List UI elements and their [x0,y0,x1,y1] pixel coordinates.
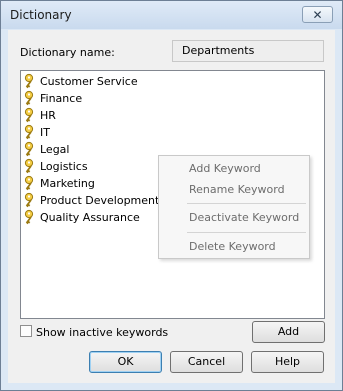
menu-separator [187,203,306,204]
keyword-label: Product Development [40,194,160,207]
key-icon [24,124,34,140]
dictionary-name-label: Dictionary name: [20,46,115,59]
menu-item-delete-keyword[interactable]: Delete Keyword [189,240,276,253]
ok-button[interactable]: OK [89,351,162,373]
key-icon [24,107,34,123]
key-icon [24,158,34,174]
keyword-label: Marketing [40,177,95,190]
key-icon [24,90,34,106]
dialog-body: Dictionary name: Departments Customer Se… [8,30,335,383]
key-icon [24,73,34,89]
keyword-label: HR [40,109,56,122]
cancel-button[interactable]: Cancel [170,351,243,373]
menu-item-deactivate-keyword[interactable]: Deactivate Keyword [189,211,299,224]
menu-item-rename-keyword[interactable]: Rename Keyword [189,183,285,196]
window-title: Dictionary [10,8,72,22]
dictionary-dialog: Dictionary ✕ Dictionary name: Department… [0,0,343,391]
menu-item-add-keyword[interactable]: Add Keyword [189,162,261,175]
keyword-label: IT [40,126,50,139]
dictionary-name-field: Departments [172,40,324,62]
close-button[interactable]: ✕ [302,6,333,23]
show-inactive-label[interactable]: Show inactive keywords [36,326,168,339]
help-button[interactable]: Help [251,351,324,373]
key-icon [24,141,34,157]
key-icon [24,209,34,225]
close-icon: ✕ [312,8,323,22]
keyword-label: Legal [40,143,70,156]
title-bar: Dictionary ✕ [1,1,342,29]
keyword-label: Logistics [40,160,88,173]
key-icon [24,175,34,191]
keyword-list[interactable]: Customer Service Finance HR IT Legal Log… [20,70,325,319]
key-icon [24,192,34,208]
keyword-label: Customer Service [40,75,138,88]
keyword-label: Finance [40,92,83,105]
keyword-label: Quality Assurance [40,211,140,224]
show-inactive-checkbox[interactable] [20,325,32,337]
context-menu: Add Keyword Rename Keyword Deactivate Ke… [158,155,310,259]
menu-separator [187,232,306,233]
add-button[interactable]: Add [252,321,325,343]
